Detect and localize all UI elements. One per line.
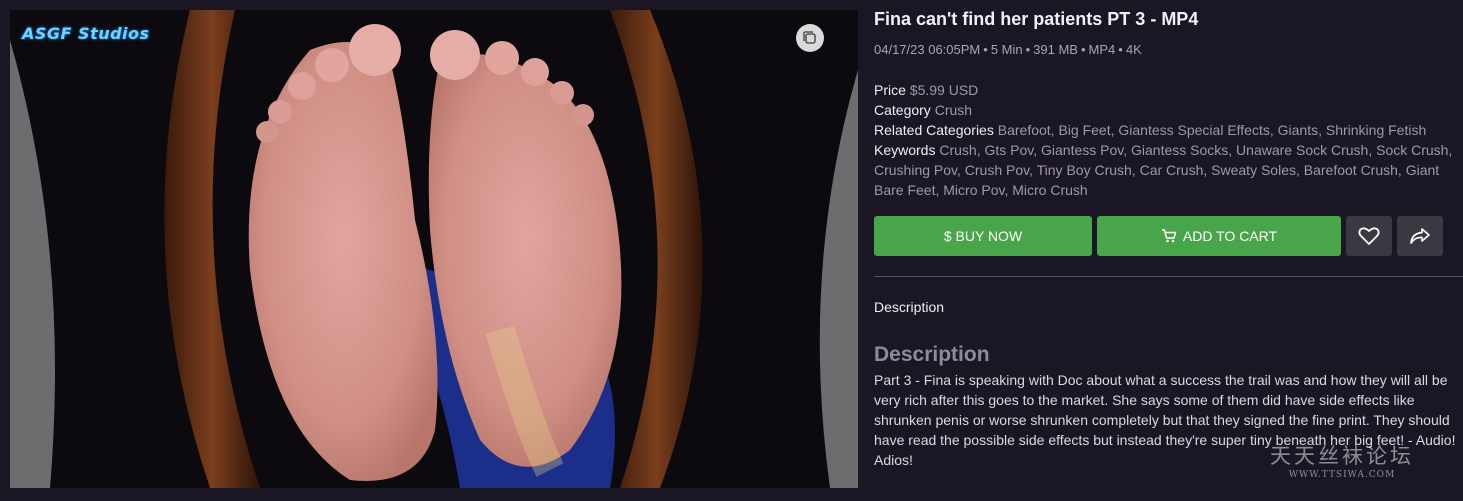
buy-now-button[interactable]: $ BUY NOW [874,216,1092,256]
cart-icon [1161,229,1177,243]
price-value: $5.99 USD [909,82,979,98]
tab-description[interactable]: Description [874,299,944,315]
product-meta: 04/17/23 06:05PM • 5 Min • 391 MB • MP4 • 4K [874,42,1142,57]
keywords-row: Keywords Crush, Gts Pov, Giantess Pov, G… [874,140,1459,200]
meta-date: 04/17/23 06:05PM [874,42,981,57]
gallery-icon[interactable] [796,24,824,52]
product-info-panel: Fina can't find her patients PT 3 - MP4 … [874,8,1463,468]
price-label: Price [874,82,906,98]
share-icon [1410,228,1430,244]
section-divider [874,276,1463,277]
category-label: Category [874,102,931,118]
heart-icon [1358,227,1380,245]
related-categories-value[interactable]: Barefoot, Big Feet, Giantess Special Eff… [998,122,1427,138]
keywords-value[interactable]: Crush, Gts Pov, Giantess Pov, Giantess S… [874,142,1452,198]
share-button[interactable] [1397,216,1443,256]
add-to-cart-label: ADD TO CART [1182,228,1278,244]
description-heading: Description [874,343,990,366]
watermark-text: 天天丝袜论坛 [1270,444,1414,468]
price-row: Price $5.99 USD [874,80,1459,100]
meta-filesize: 391 MB [1033,42,1078,57]
product-title: Fina can't find her patients PT 3 - MP4 [874,9,1199,29]
category-value[interactable]: Crush [935,102,972,118]
product-details: Price $5.99 USD Category Crush Related C… [874,80,1459,200]
category-row: Category Crush [874,100,1459,120]
watermark-url: WWW.TTSIWA.COM [1288,470,1396,480]
product-preview-image[interactable]: ASGF Studios [10,10,858,488]
meta-resolution: 4K [1125,42,1142,57]
meta-duration: 5 Min [990,42,1023,57]
site-watermark: 天天丝袜论坛 WWW.TTSIWA.COM [1270,440,1414,480]
related-categories-label: Related Categories [874,122,994,138]
preview-photo [10,10,858,488]
purchase-actions: $ BUY NOW ADD TO CART [874,216,1443,256]
keywords-label: Keywords [874,142,936,158]
favorite-button[interactable] [1346,216,1392,256]
meta-format: MP4 [1088,42,1116,57]
studio-logo: ASGF Studios [22,24,150,43]
buy-now-label: $ BUY NOW [943,228,1023,244]
related-categories-row: Related Categories Barefoot, Big Feet, G… [874,120,1459,140]
add-to-cart-button[interactable]: ADD TO CART [1097,216,1341,256]
